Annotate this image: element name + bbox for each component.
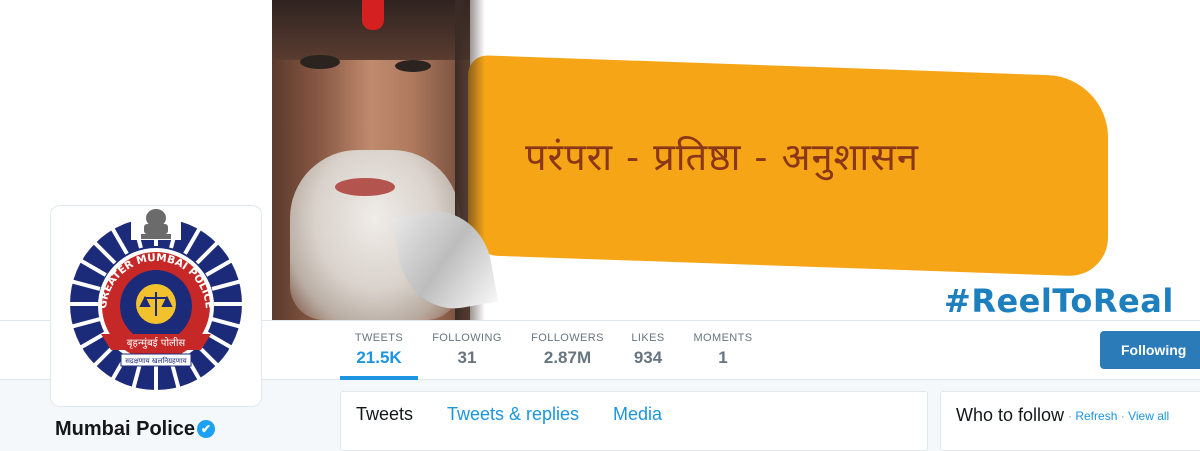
stat-value: 2.87M [543, 348, 592, 367]
avatar[interactable]: GREATER MUMBAI POLICE बृहन्मुंबई पोलीस स… [50, 205, 262, 407]
logo-motto-text: सद्रक्षणाय खलनिग्रहणाय [125, 356, 187, 365]
banner-portrait-tilak [362, 0, 384, 30]
stat-label: LIKES [631, 332, 665, 344]
verified-badge-icon: ✔ [197, 420, 216, 438]
stat-label: FOLLOWERS [531, 332, 604, 344]
profile-name[interactable]: Mumbai Police ✔ [55, 418, 216, 441]
logo-ribbon-text: बृहन्मुंबई पोलीस [127, 337, 186, 349]
active-stat-underline [340, 376, 418, 380]
stat-value: 934 [633, 348, 663, 367]
banner-portrait-lips [335, 178, 395, 196]
banner-portrait-eye-left [300, 55, 340, 69]
stat-label: FOLLOWING [432, 332, 502, 344]
stat-following[interactable]: FOLLOWING 31 [430, 332, 504, 368]
banner-hashtag: #ReelToReal [944, 282, 1174, 320]
mumbai-police-logo: GREATER MUMBAI POLICE बृहन्मुंबई पोलीस स… [68, 206, 244, 392]
tab-tweets[interactable]: Tweets [356, 404, 413, 425]
tab-media[interactable]: Media [613, 404, 662, 425]
who-to-follow-title: Who to follow [956, 405, 1065, 425]
stat-value: 31 [457, 348, 477, 367]
who-to-follow-links: · Refresh · View all [1068, 409, 1169, 423]
separator: · [1120, 409, 1125, 423]
banner-portrait-eye-right [395, 60, 431, 72]
banner-slogan: परंपरा - प्रतिष्ठा - अनुशासन [525, 135, 920, 179]
stat-value: 1 [718, 348, 728, 367]
profile-name-text: Mumbai Police [55, 418, 196, 440]
separator: · [1068, 409, 1072, 423]
stat-value: 21.5K [356, 348, 402, 367]
stat-label: MOMENTS [693, 332, 753, 344]
tab-tweets-and-replies[interactable]: Tweets & replies [447, 404, 579, 425]
stat-followers[interactable]: FOLLOWERS 2.87M [530, 332, 605, 368]
refresh-link[interactable]: Refresh [1075, 409, 1117, 423]
stat-moments[interactable]: MOMENTS 1 [692, 332, 754, 368]
view-all-link[interactable]: View all [1128, 409, 1169, 423]
stat-likes[interactable]: LIKES 934 [628, 332, 668, 368]
stat-label: TWEETS [354, 332, 404, 344]
following-button[interactable]: Following [1100, 331, 1200, 369]
stat-tweets[interactable]: TWEETS 21.5K [340, 332, 418, 368]
